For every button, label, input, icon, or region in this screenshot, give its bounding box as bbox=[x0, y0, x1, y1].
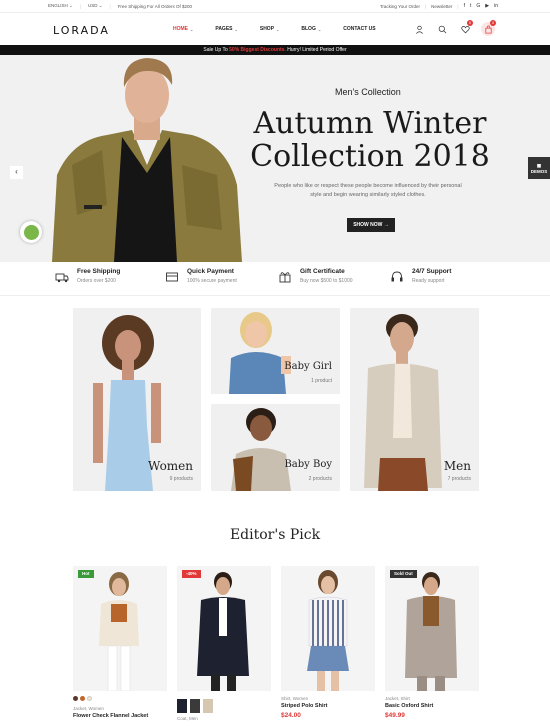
language-selector[interactable]: ENGLISH ⌄ bbox=[48, 3, 73, 9]
product-info: Jacket, Shirt Basic Oxford Shirt $49.99 bbox=[385, 696, 434, 719]
nav-contact[interactable]: CONTACT US bbox=[343, 26, 375, 32]
headset-icon bbox=[391, 271, 403, 282]
category-label: Women bbox=[148, 459, 193, 473]
youtube-icon[interactable]: ▶ bbox=[485, 3, 489, 9]
chevron-left-icon[interactable]: ‹ bbox=[10, 166, 23, 179]
category-label: Baby Girl bbox=[284, 361, 332, 372]
hero-title: Autumn Winter Collection 2018 bbox=[250, 106, 490, 174]
product-thumbnails bbox=[177, 699, 213, 713]
product-price: $49.99 bbox=[385, 712, 405, 719]
currency-selector[interactable]: USD ⌄ bbox=[88, 3, 103, 9]
tracking-link[interactable]: Tracking Your Order bbox=[380, 4, 420, 9]
user-icon[interactable] bbox=[412, 22, 426, 36]
thumbnail[interactable] bbox=[203, 699, 213, 713]
demos-button[interactable]: ▦ DEMOS bbox=[528, 157, 550, 179]
top-bar: ENGLISH ⌄ | USD ⌄ | Free Shipping For Al… bbox=[0, 0, 550, 13]
category-baby-girl[interactable]: Baby Girl 1 product bbox=[211, 308, 340, 394]
promo-highlight[interactable]: 50% Biggest Discounts. bbox=[229, 47, 286, 53]
hero-slider: Men's Collection Autumn Winter Collectio… bbox=[0, 55, 550, 262]
cart-icon[interactable]: 0 bbox=[481, 20, 496, 36]
product-price: $24.00 bbox=[281, 712, 301, 719]
site-header: LORADA HOME ⌄ PAGES ⌄ SHOP ⌄ BLOG ⌄ CONTACT … bbox=[0, 14, 550, 45]
product-tag: -40% bbox=[182, 570, 201, 578]
category-count: 1 product bbox=[311, 378, 332, 384]
nav-shop[interactable]: SHOP ⌄ bbox=[260, 26, 280, 32]
category-men[interactable]: Men 7 products bbox=[350, 308, 479, 491]
product-card[interactable]: Sold Out bbox=[385, 566, 479, 691]
truck-icon bbox=[55, 273, 69, 283]
color-swatch[interactable] bbox=[87, 696, 92, 701]
search-icon[interactable] bbox=[435, 22, 449, 36]
promo-bar: Sale Up To 50% Biggest Discounts. Hurry!… bbox=[0, 45, 550, 55]
facebook-icon[interactable]: f bbox=[464, 3, 465, 9]
chevron-down-icon: ⌄ bbox=[276, 26, 280, 32]
category-count: 7 products bbox=[447, 476, 471, 482]
leaf-icon[interactable] bbox=[20, 221, 42, 243]
product-card[interactable]: -40% bbox=[177, 566, 271, 691]
feature-gift-certificate: Gift Certificate Buy now $500 to $1000 bbox=[278, 268, 353, 284]
twitter-icon[interactable]: t bbox=[470, 3, 471, 9]
chevron-down-icon: ⌄ bbox=[317, 26, 322, 32]
product-info: Coat, Men bbox=[177, 699, 213, 721]
category-label: Men bbox=[443, 459, 471, 473]
logo[interactable]: LORADA bbox=[53, 24, 110, 37]
linkedin-icon[interactable]: in bbox=[494, 3, 498, 9]
color-swatch[interactable] bbox=[73, 696, 78, 701]
category-women[interactable]: Women 9 products bbox=[73, 308, 201, 491]
thumbnail[interactable] bbox=[177, 699, 187, 713]
chevron-down-icon: ⌄ bbox=[234, 26, 238, 32]
category-baby-boy[interactable]: Baby Boy 2 products bbox=[211, 404, 340, 491]
divider: | bbox=[424, 3, 427, 9]
features-bar: Free Shipping Orders over $200 Quick Paym… bbox=[0, 262, 550, 296]
shipping-note: Free Shipping For All Orders Of $200 bbox=[117, 3, 192, 9]
chevron-down-icon: ⌄ bbox=[190, 26, 194, 32]
wishlist-count-badge: 0 bbox=[467, 20, 473, 26]
nav-blog[interactable]: BLOG ⌄ bbox=[301, 26, 321, 32]
section-title: Editor's Pick bbox=[229, 527, 321, 543]
product-name[interactable]: Striped Polo Shirt bbox=[281, 703, 327, 709]
product-card[interactable]: Hot bbox=[73, 566, 167, 691]
wishlist-icon[interactable]: 0 bbox=[458, 20, 473, 36]
nav-home[interactable]: HOME ⌄ bbox=[173, 26, 193, 32]
feature-quick-payment: Quick Payment 100% secure payment bbox=[165, 268, 237, 284]
hero-description: People who like or respect these people … bbox=[274, 183, 462, 198]
product-image bbox=[405, 572, 457, 691]
feature-support: 24/7 Support Ready support bbox=[390, 268, 451, 284]
divider: | bbox=[79, 3, 81, 9]
category-count: 9 products bbox=[169, 476, 193, 482]
gift-icon bbox=[279, 272, 291, 283]
category-label: Baby Boy bbox=[284, 459, 332, 470]
hero-subtitle: Men's Collection bbox=[335, 87, 401, 97]
main-nav: HOME ⌄ PAGES ⌄ SHOP ⌄ BLOG ⌄ CONTACT US bbox=[173, 26, 398, 32]
divider: | bbox=[457, 3, 459, 9]
product-info: Shirt, Women Striped Polo Shirt $24.00 bbox=[281, 696, 328, 719]
product-name[interactable]: Flower Check Flannel Jacket bbox=[73, 713, 148, 719]
product-info: Jacket, Women Flower Check Flannel Jacke… bbox=[73, 706, 149, 719]
divider: | bbox=[109, 3, 111, 9]
product-image bbox=[197, 572, 249, 691]
newsletter-link[interactable]: Newsletter bbox=[431, 4, 452, 9]
cart-count-badge: 0 bbox=[490, 20, 496, 26]
thumbnail[interactable] bbox=[190, 699, 200, 713]
product-tag: Hot bbox=[78, 570, 94, 578]
product-tag: Sold Out bbox=[390, 570, 417, 578]
feature-free-shipping: Free Shipping Orders over $200 bbox=[55, 268, 120, 284]
category-count: 2 products bbox=[308, 476, 332, 482]
color-swatch[interactable] bbox=[80, 696, 85, 701]
product-name[interactable]: Basic Oxford Shirt bbox=[385, 703, 433, 709]
show-now-button[interactable]: SHOW NOW → bbox=[347, 218, 395, 232]
product-card[interactable] bbox=[281, 566, 375, 691]
google-icon[interactable]: G bbox=[476, 3, 480, 9]
payment-icon bbox=[166, 272, 178, 282]
product-image bbox=[307, 570, 349, 691]
color-swatches bbox=[73, 696, 92, 701]
product-info bbox=[73, 696, 92, 705]
nav-pages[interactable]: PAGES ⌄ bbox=[215, 26, 238, 32]
hero-model-image bbox=[52, 58, 242, 262]
product-image bbox=[99, 572, 139, 691]
